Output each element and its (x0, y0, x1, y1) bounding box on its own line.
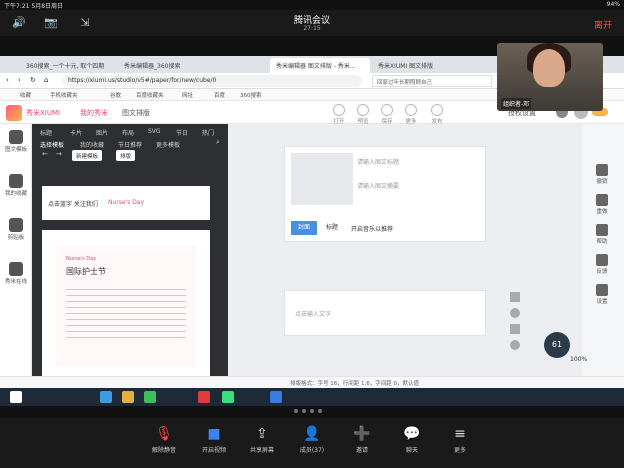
bookmark-item[interactable]: 百度 (214, 91, 225, 99)
nav-layout[interactable]: 图文排版 (122, 108, 150, 118)
arrow-left-icon[interactable]: ← (42, 150, 48, 158)
wechat-icon[interactable] (222, 391, 234, 403)
chart-icon[interactable] (510, 324, 520, 334)
status-time: 下午7:21 5月8日周日 (4, 3, 64, 10)
bookmark-item[interactable]: 谷歌 (110, 91, 121, 99)
editor-canvas: 请输入图文标题 请输入图文摘要 封面 标题 开启音乐以推荐 点击输入文字 (228, 124, 582, 376)
status-bar: 下午7:21 5月8日周日 94% (0, 0, 624, 10)
video-person-face (533, 49, 565, 87)
music-toggle[interactable]: 开启音乐以推荐 (351, 224, 393, 233)
tool-save[interactable]: 保存 (376, 104, 398, 125)
grid-icon[interactable] (510, 292, 520, 302)
rail-online[interactable]: 秀米在线 (0, 262, 32, 285)
leave-button[interactable]: 离开 (594, 18, 612, 31)
speed-gauge: 61 (544, 332, 570, 358)
template-toolbar: ← → 新建模板 排版 (32, 148, 228, 162)
status-row: 排版格式：字号 16，行间距 1.6，字间距 0，默认值 (0, 376, 624, 388)
category-card[interactable]: 卡片 (70, 128, 82, 137)
menu-icon: ≡ (454, 426, 466, 442)
cover-tab[interactable]: 封面 (291, 221, 317, 235)
forward-icon[interactable]: › (18, 76, 21, 84)
category-row: 标题 卡片 图片 布局 SVG 节日 热门 (32, 126, 228, 138)
redo-button[interactable]: 重做 (586, 194, 618, 215)
template-title: 点击蓝字 关注我们 (48, 201, 98, 208)
category-layout[interactable]: 布局 (122, 128, 134, 137)
bookmark-item[interactable]: 收藏 (20, 91, 31, 99)
template-card[interactable]: 点击蓝字 关注我们 Nurse's Day (42, 186, 210, 220)
category-holiday[interactable]: 节日 (176, 128, 188, 137)
wps-icon[interactable] (198, 391, 210, 403)
browser-search-input[interactable]: 回家过年长期照顾自己 (372, 75, 492, 87)
home-icon[interactable]: ⌂ (44, 76, 48, 84)
tool-more[interactable]: 更多 (400, 104, 422, 125)
bookmark-item[interactable]: 百度收藏夹 (136, 91, 164, 99)
eye-icon[interactable] (510, 340, 520, 350)
back-icon[interactable]: ‹ (6, 76, 9, 84)
edge-icon[interactable] (100, 391, 112, 403)
page-dots (292, 407, 332, 415)
os-taskbar (0, 388, 624, 406)
more-button[interactable]: ≡ 更多 (430, 426, 490, 454)
tool-open[interactable]: 打开 (328, 104, 350, 125)
arrow-right-icon[interactable]: → (56, 150, 62, 158)
app-logo-text[interactable]: 秀米XIUMI (26, 108, 60, 118)
meeting-toolbar: 🎙 解除静音 ■ 开启视频 ⇪ 共享屏幕 👤 成员(37) ➕ 邀请 💬 聊天 ≡ 更多 (0, 418, 624, 468)
help-button[interactable]: 帮助 (586, 224, 618, 245)
tool-publish[interactable]: 发布 (426, 104, 448, 125)
browser-tab[interactable]: 秀米XIUMI 图文排版 (372, 58, 462, 73)
new-template-button[interactable]: 新建模板 (72, 150, 103, 161)
reload-icon[interactable]: ↻ (30, 76, 36, 84)
summary-input[interactable]: 请输入图文摘要 (357, 181, 399, 190)
cover-image-placeholder[interactable] (291, 153, 353, 205)
nav-my-xiumi[interactable]: 我的秀米 (80, 108, 108, 118)
settings-button[interactable]: 设置 (586, 284, 618, 305)
layout-button[interactable]: 排版 (116, 150, 136, 161)
template-body-text (66, 284, 186, 338)
cover-card[interactable]: 请输入图文标题 请输入图文摘要 封面 标题 开启音乐以推荐 (284, 146, 486, 242)
feedback-button[interactable]: 反馈 (586, 254, 618, 275)
meeting-duration: 27:15 (303, 25, 321, 32)
url-input[interactable]: https://xiumi.us/studio/v5#/paper/for/ne… (62, 75, 362, 87)
left-rail: 图文模板 我的收藏 剪贴板 秀米在线 (0, 124, 32, 376)
self-video[interactable]: 组织者-邓 (497, 43, 603, 111)
title-input[interactable]: 请输入图文标题 (357, 157, 399, 166)
xiumi-logo-icon (6, 105, 22, 121)
template-preview: Nurse's Day 国际护士节 (56, 246, 196, 366)
template-card[interactable]: Nurse's Day 国际护士节 (42, 230, 210, 376)
template-heading: 国际护士节 (66, 267, 106, 276)
rail-favorites[interactable]: 我的收藏 (0, 174, 32, 197)
text-block[interactable]: 点击输入文字 (284, 290, 486, 336)
windows-icon[interactable] (10, 391, 22, 403)
bookmark-item[interactable]: 360搜索 (240, 91, 262, 99)
format-info: 排版格式：字号 16，行间距 1.6，字间距 0，默认值 (290, 381, 419, 387)
rail-clipboard[interactable]: 剪贴板 (0, 218, 32, 241)
template-panel: 标题 卡片 图片 布局 SVG 节日 热门 选择模板 我的收藏 节日推荐 更多模… (32, 124, 228, 376)
right-rail: 撤销 重做 帮助 反馈 设置 (582, 124, 624, 376)
app-icon[interactable] (144, 391, 156, 403)
folder-icon[interactable] (122, 391, 134, 403)
category-hot[interactable]: 热门 (202, 128, 214, 137)
text-input[interactable]: 点击输入文字 (295, 309, 331, 318)
undo-button[interactable]: 撤销 (586, 164, 618, 185)
self-name-label: 组织者-邓 (501, 98, 532, 109)
template-tag: Nurse's Day (108, 199, 145, 206)
category-title[interactable]: 标题 (40, 128, 52, 137)
browser-tab[interactable]: 360搜索_一个十元, 取个四期 (20, 58, 116, 73)
battery-level: 94% (606, 1, 620, 8)
meeting-top-bar: 🔊 📷 ⇲ 腾讯会议 27:15 离开 (0, 10, 624, 36)
zoom-level[interactable]: 100% (570, 356, 587, 363)
template-subtitle: Nurse's Day (66, 256, 97, 262)
browser-tab-active[interactable]: 秀米编辑器 图文排版 - 秀米... (270, 58, 370, 73)
title-tab[interactable]: 标题 (319, 221, 345, 235)
bookmark-item[interactable]: 网址 (182, 91, 193, 99)
category-image[interactable]: 图片 (96, 128, 108, 137)
settings-icon[interactable] (510, 308, 520, 318)
browser-tab[interactable]: 秀米编辑器_360搜索 (118, 58, 214, 73)
bookmark-item[interactable]: 手机收藏夹 (50, 91, 78, 99)
meeting-app-icon[interactable] (270, 391, 282, 403)
category-svg[interactable]: SVG (148, 128, 161, 135)
tool-preview[interactable]: 预览 (352, 104, 374, 125)
rail-templates[interactable]: 图文模板 (0, 130, 32, 153)
search-icon[interactable]: ⌕ (216, 138, 220, 147)
